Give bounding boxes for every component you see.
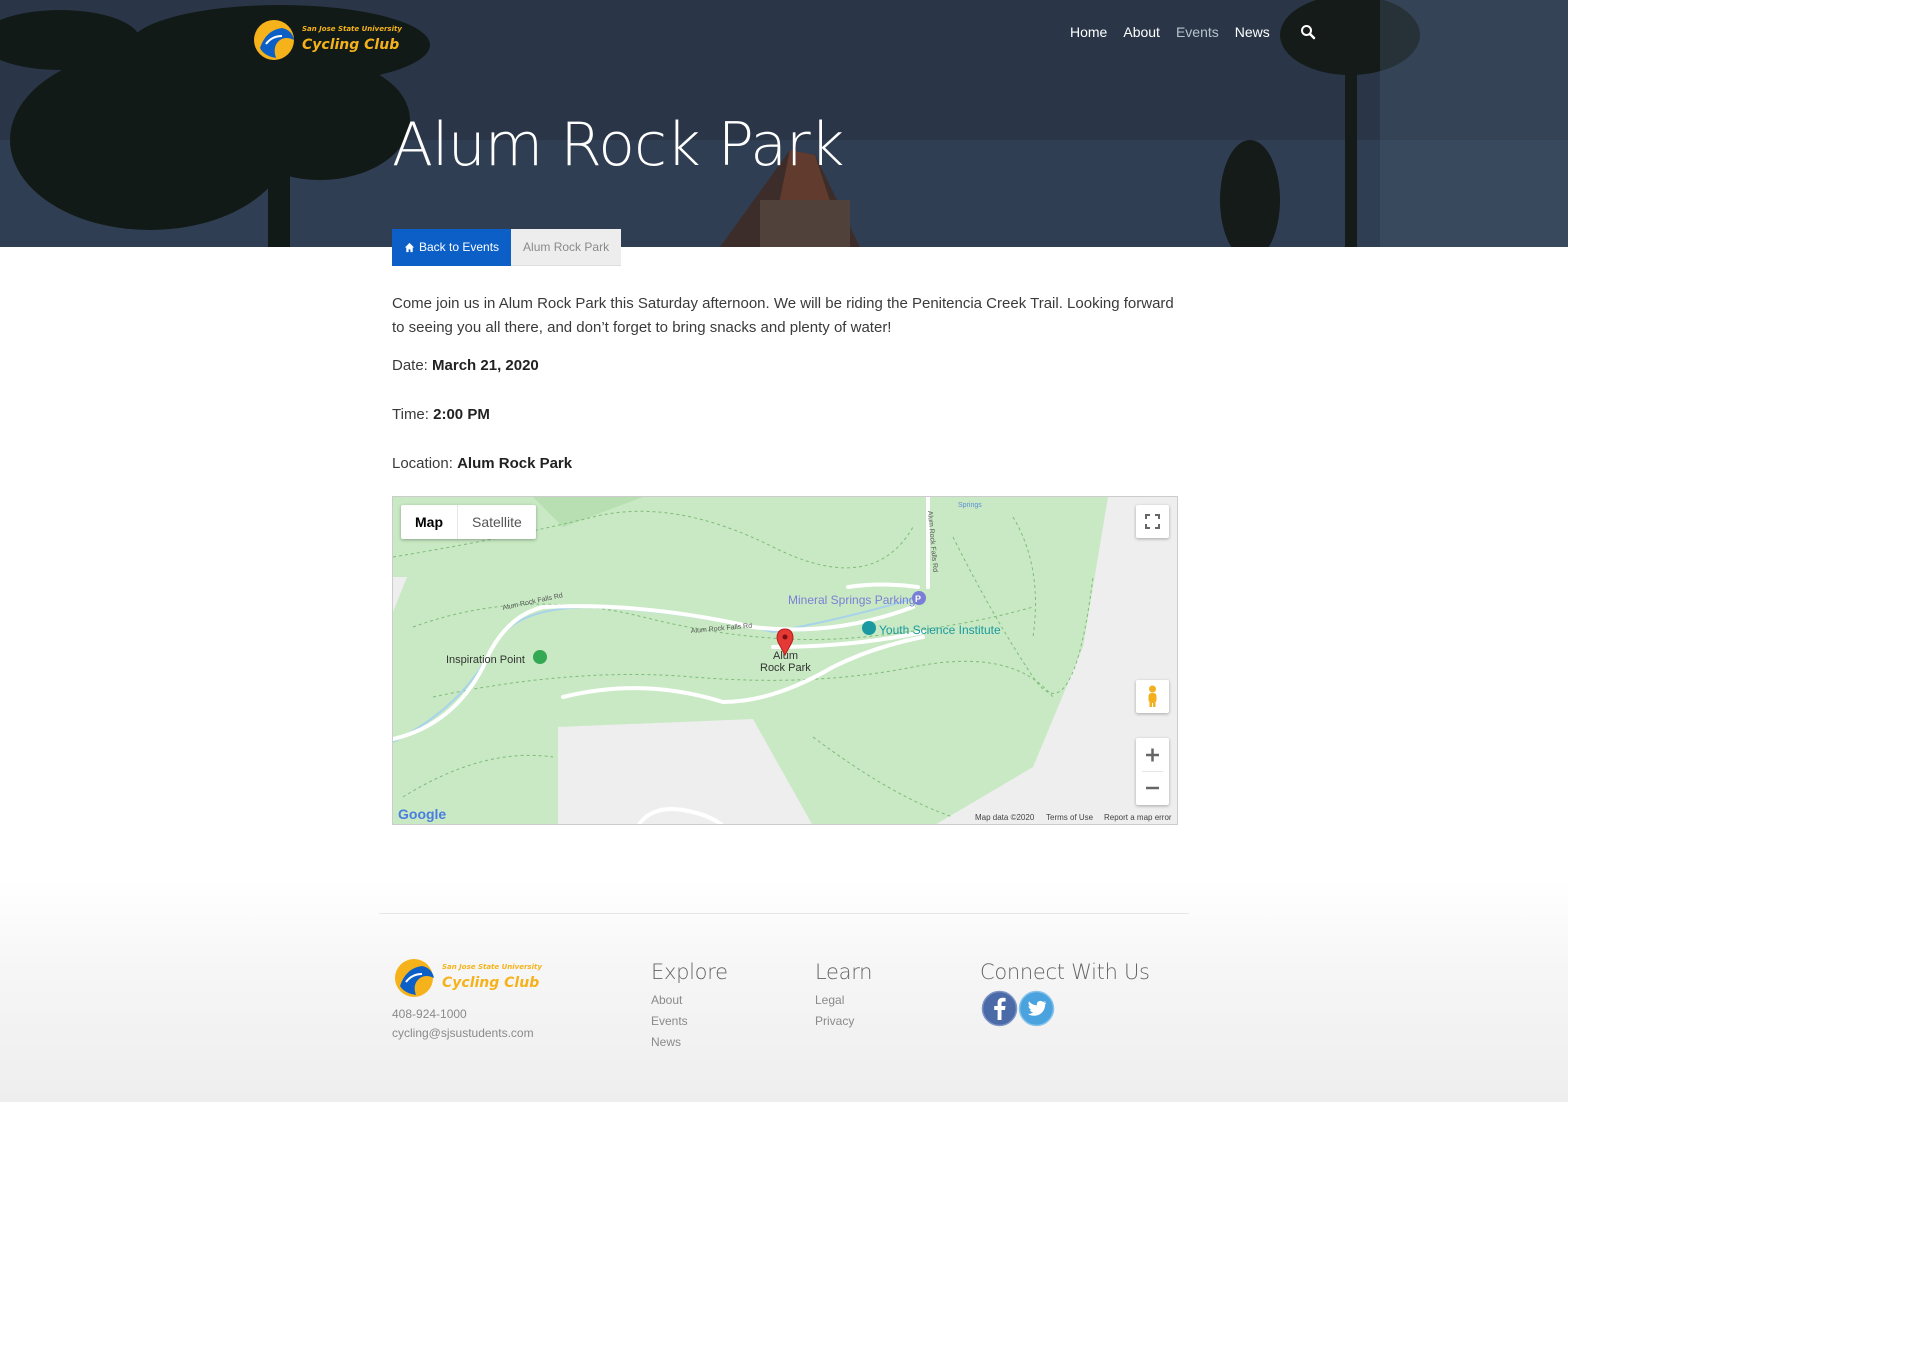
time-label: Time: [392,406,429,423]
zoom-control [1136,738,1169,805]
footer-connect-title: Connect With Us [980,960,1150,984]
footer-link-news[interactable]: News [651,1032,728,1053]
footer-logo-subtitle: San Jose State University [442,963,542,971]
date-value: March 21, 2020 [432,357,539,374]
fullscreen-icon [1145,514,1160,529]
event-time: Time: 2:00 PM [392,403,1182,427]
logo-title: Cycling Club [302,37,399,53]
map-tiles[interactable] [393,497,1178,825]
back-to-events-button[interactable]: Back to Events [392,229,512,266]
footer-explore-title: Explore [651,960,728,984]
map-type-satellite-button[interactable]: Satellite [458,505,536,539]
main-nav: Home About Events News [1070,24,1286,40]
nav-news[interactable]: News [1235,24,1270,40]
fullscreen-button[interactable] [1136,505,1169,538]
pegman-icon [1148,685,1157,707]
map-type-map-button[interactable]: Map [401,505,458,539]
hero-banner: San Jose State University Cycling Club H… [0,0,1568,247]
zoom-in-button[interactable] [1136,738,1169,771]
map-type-control: Map Satellite [401,505,536,539]
nav-about[interactable]: About [1123,24,1160,40]
facebook-icon[interactable] [981,990,1018,1027]
footer-link-events[interactable]: Events [651,1011,728,1032]
event-date: Date: March 21, 2020 [392,354,1182,378]
location-value: Alum Rock Park [457,455,573,472]
google-map[interactable]: Map Satellite Alum Rock Falls Rd Alum Ro… [392,496,1178,825]
nav-home[interactable]: Home [1070,24,1107,40]
footer-link-legal[interactable]: Legal [815,990,872,1011]
breadcrumb-current: Alum Rock Park [511,229,622,266]
time-value: 2:00 PM [433,406,490,423]
logo-subtitle: San Jose State University [302,25,402,33]
back-to-events-label: Back to Events [419,240,500,254]
location-label: Location: [392,455,453,472]
home-icon [404,242,415,253]
footer-logo-title: Cycling Club [442,975,539,991]
search-icon[interactable] [1300,24,1316,40]
report-map-error-link[interactable]: Report a map error [1104,813,1172,822]
footer-phone: 408-924-1000 [392,1007,467,1021]
footer-explore: Explore About Events News [651,960,728,1053]
footer-learn-title: Learn [815,960,873,984]
nav-events[interactable]: Events [1176,24,1219,40]
zoom-out-button[interactable] [1136,772,1169,805]
event-location: Location: Alum Rock Park [392,452,1182,476]
footer-email[interactable]: cycling@sjsustudents.com [392,1024,534,1043]
footer-connect: Connect With Us [980,960,1150,990]
street-view-button[interactable] [1136,680,1169,713]
breadcrumb: Back to Events Alum Rock Park [392,229,622,266]
footer-link-about[interactable]: About [651,990,728,1011]
footer-logo[interactable]: San Jose State University Cycling Club [392,957,542,999]
footer-divider [379,913,1189,914]
event-content: Come join us in Alum Rock Park this Satu… [392,292,1182,501]
footer-learn: Learn Legal Privacy [815,960,873,1032]
date-label: Date: [392,357,428,374]
footer-link-privacy[interactable]: Privacy [815,1011,872,1032]
map-data-attribution: Map data ©2020 [975,813,1035,822]
twitter-icon[interactable] [1018,990,1055,1027]
terms-of-use-link[interactable]: Terms of Use [1046,813,1093,822]
club-logo[interactable]: San Jose State University Cycling Club [252,18,402,62]
event-description: Come join us in Alum Rock Park this Satu… [392,295,1174,336]
page-title: Alum Rock Park [392,110,844,180]
footer-contact: 408-924-1000 cycling@sjsustudents.com [392,1005,534,1043]
